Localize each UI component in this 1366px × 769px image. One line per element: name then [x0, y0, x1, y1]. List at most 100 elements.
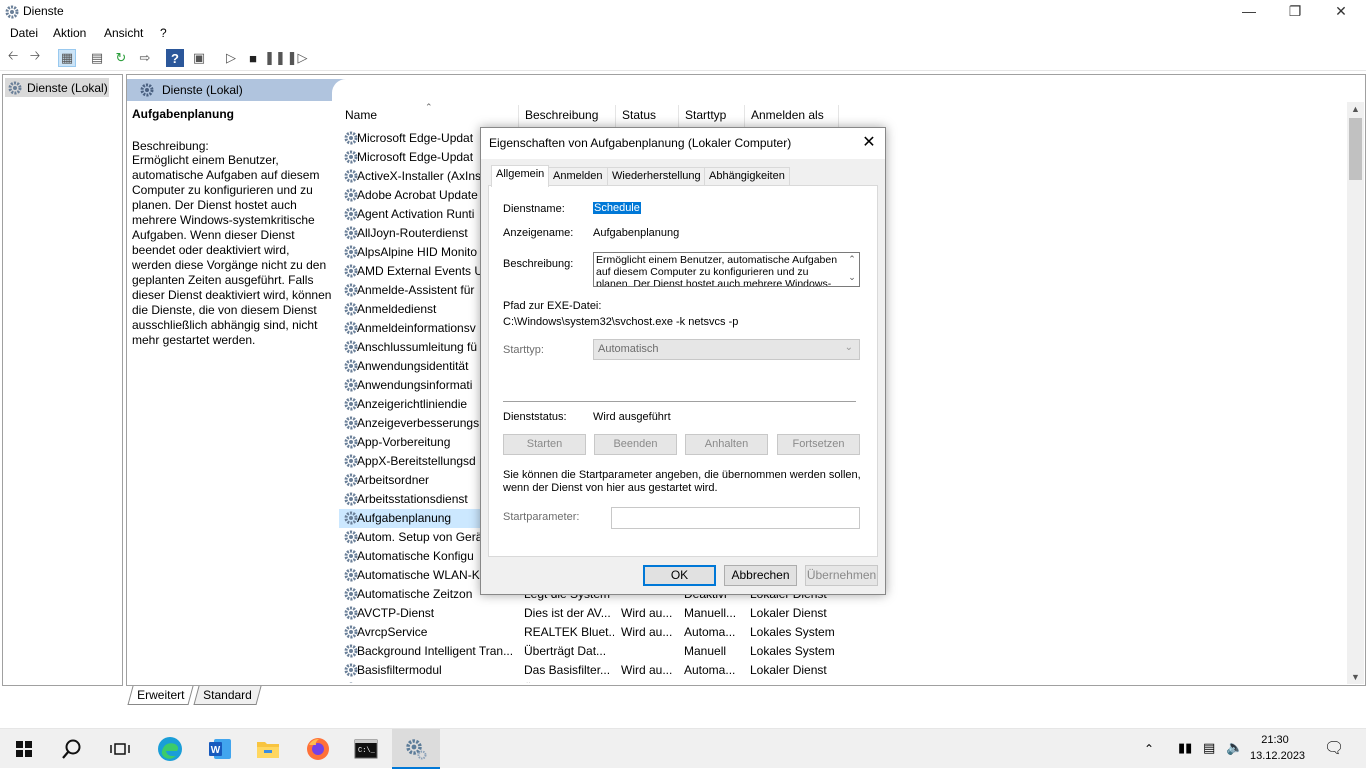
- column-header-status[interactable]: Status: [616, 105, 679, 127]
- menu-bar: Datei Aktion Ansicht ?: [0, 23, 1366, 44]
- dienststatus-label: Dienststatus:: [503, 411, 567, 423]
- menu-datei[interactable]: Datei: [10, 26, 38, 40]
- export-list-icon[interactable]: ⇨: [136, 49, 154, 67]
- command-prompt-app[interactable]: C:\_: [342, 729, 390, 769]
- properties-sheet-icon[interactable]: ▤: [88, 49, 106, 67]
- column-header-label: Name: [345, 108, 378, 122]
- window-title: Dienste: [23, 4, 64, 18]
- restore-button[interactable]: ❐: [1272, 0, 1318, 23]
- scroll-up-chevron-icon[interactable]: ⌃: [845, 253, 859, 265]
- table-row[interactable]: Basisfiltermodul Das Basisfilter... Wird a…: [339, 661, 839, 680]
- properties-dialog: Eigenschaften von Aufgabenplanung (Lokal…: [480, 127, 886, 595]
- cell-name: Benachrichtigungsdienst fü: [357, 682, 517, 683]
- column-header-anmelden-als[interactable]: Anmelden als: [745, 105, 839, 127]
- title-bar: Dienste — ❐ ✕: [0, 0, 1366, 23]
- battery-icon[interactable]: ▮▮: [1178, 740, 1192, 756]
- dialog-title: Eigenschaften von Aufgabenplanung (Lokal…: [489, 136, 792, 150]
- file-explorer-app[interactable]: [244, 729, 292, 769]
- view-icon[interactable]: ▣: [190, 49, 208, 67]
- cell-name: Basisfiltermodul: [357, 663, 442, 677]
- starten-button[interactable]: Starten: [503, 434, 586, 455]
- description-text: Ermöglicht einem Benutzer, automatische …: [132, 153, 332, 347]
- back-arrow-icon[interactable]: 🡠: [4, 48, 22, 67]
- table-row[interactable]: Background Intelligent Tran... Überträgt …: [339, 642, 839, 661]
- scroll-down-chevron-icon[interactable]: ⌄: [845, 271, 859, 283]
- menu-help[interactable]: ?: [160, 26, 167, 40]
- svg-text:W: W: [211, 745, 221, 756]
- tab-erweitert[interactable]: Erweitert: [127, 686, 194, 705]
- services-gear-icon: [5, 5, 19, 19]
- start-button[interactable]: [0, 729, 48, 769]
- tab-allgemein[interactable]: Allgemein: [491, 165, 550, 187]
- stop-icon[interactable]: ■: [244, 49, 262, 67]
- task-view-icon: [110, 743, 130, 755]
- starttyp-selected-value: Automatisch: [598, 343, 659, 355]
- tab-anmelden[interactable]: Anmelden: [548, 167, 608, 186]
- restart-icon[interactable]: ❚▷: [287, 49, 308, 67]
- column-header-starttyp[interactable]: Starttyp: [679, 105, 745, 127]
- minimize-button[interactable]: —: [1226, 0, 1272, 23]
- forward-arrow-icon[interactable]: 🡢: [26, 48, 44, 67]
- beschreibung-scrollbar[interactable]: ⌃ ⌄: [845, 253, 859, 286]
- pause-icon[interactable]: ❚❚: [264, 49, 286, 67]
- word-app[interactable]: W: [196, 729, 244, 769]
- vertical-scrollbar[interactable]: ▲ ▼: [1347, 102, 1364, 684]
- start-play-icon[interactable]: ▷: [222, 49, 240, 67]
- scrollbar-thumb[interactable]: [1349, 118, 1362, 180]
- cell-desc: Überträgt Dat...: [524, 644, 607, 658]
- cell-name: AVCTP-Dienst: [357, 606, 435, 620]
- network-icon[interactable]: ▤: [1203, 740, 1215, 756]
- pfad-value: C:\Windows\system32\svchost.exe -k netsv…: [503, 316, 739, 328]
- close-button[interactable]: ✕: [1318, 0, 1364, 23]
- help-icon[interactable]: ?: [166, 49, 184, 67]
- beschreibung-textbox[interactable]: Ermöglicht einem Benutzer, automatische …: [593, 252, 860, 287]
- column-header-beschreibung[interactable]: Beschreibung: [519, 105, 616, 127]
- volume-icon[interactable]: 🔈: [1226, 739, 1243, 756]
- uebernehmen-button[interactable]: Übernehmen: [805, 565, 878, 586]
- toolbar: 🡠 🡢 ▦ ▤ ↻ ⇨ ? ▣ ▷ ■ ❚❚ ❚▷: [0, 45, 1366, 71]
- selected-service-title: Aufgabenplanung: [132, 107, 234, 121]
- starttyp-label: Starttyp:: [503, 344, 544, 356]
- beschreibung-label: Beschreibung:: [503, 258, 574, 270]
- scroll-down-icon[interactable]: ▼: [1351, 672, 1360, 682]
- tab-wiederherstellung[interactable]: Wiederherstellung: [607, 167, 706, 186]
- tree-node-dienste-lokal[interactable]: Dienste (Lokal): [5, 78, 109, 97]
- edge-app[interactable]: [146, 729, 194, 769]
- services-app[interactable]: [392, 729, 440, 769]
- table-row[interactable]: AvrcpService REALTEK Bluet... Wird au... Au…: [339, 623, 839, 642]
- sort-ascending-icon: ⌃: [425, 103, 433, 112]
- dienstname-value[interactable]: Schedule: [593, 202, 641, 214]
- refresh-icon[interactable]: ↻: [112, 49, 130, 67]
- abbrechen-button[interactable]: Abbrechen: [724, 565, 797, 586]
- chevron-down-icon: ⌄: [844, 342, 853, 353]
- show-console-tree-icon[interactable]: ▦: [58, 49, 76, 67]
- separator: [503, 401, 856, 402]
- cell-start: Manuell: [684, 644, 727, 658]
- ok-button[interactable]: OK: [643, 565, 716, 586]
- search-button[interactable]: [48, 729, 96, 769]
- fortsetzen-button[interactable]: Fortsetzen: [777, 434, 860, 455]
- task-view-button[interactable]: [96, 729, 144, 769]
- firefox-app[interactable]: [294, 729, 342, 769]
- startparameter-input[interactable]: [611, 507, 860, 529]
- tab-standard[interactable]: Standard: [193, 686, 262, 705]
- cell-logon: Lokales System: [750, 644, 835, 658]
- dialog-close-icon[interactable]: ✕: [859, 132, 879, 154]
- menu-aktion[interactable]: Aktion: [53, 26, 86, 40]
- clock[interactable]: 21:30 13.12.2023: [1250, 732, 1305, 764]
- cell-desc: REALTEK Bluet...: [524, 625, 614, 639]
- tab-abhaengigkeiten[interactable]: Abhängigkeiten: [704, 167, 790, 186]
- anhalten-button[interactable]: Anhalten: [685, 434, 768, 455]
- notifications-icon[interactable]: 🗨: [1324, 738, 1344, 758]
- show-hidden-icons-chevron-icon[interactable]: ⌃: [1144, 742, 1154, 756]
- menu-ansicht[interactable]: Ansicht: [104, 26, 143, 40]
- starttyp-select[interactable]: Automatisch ⌄: [593, 339, 860, 360]
- table-row[interactable]: Benachrichtigungsdienst fü Überwacht S...…: [339, 680, 839, 683]
- table-row[interactable]: AVCTP-Dienst Dies ist der AV... Wird au...…: [339, 604, 839, 623]
- column-header-name[interactable]: Name ⌃: [339, 103, 519, 127]
- beschreibung-text: Ermöglicht einem Benutzer, automatische …: [596, 254, 838, 287]
- scroll-up-icon[interactable]: ▲: [1351, 104, 1360, 114]
- cell-status: Wird au...: [621, 606, 673, 620]
- svg-text:C:\_: C:\_: [358, 747, 376, 755]
- beenden-button[interactable]: Beenden: [594, 434, 677, 455]
